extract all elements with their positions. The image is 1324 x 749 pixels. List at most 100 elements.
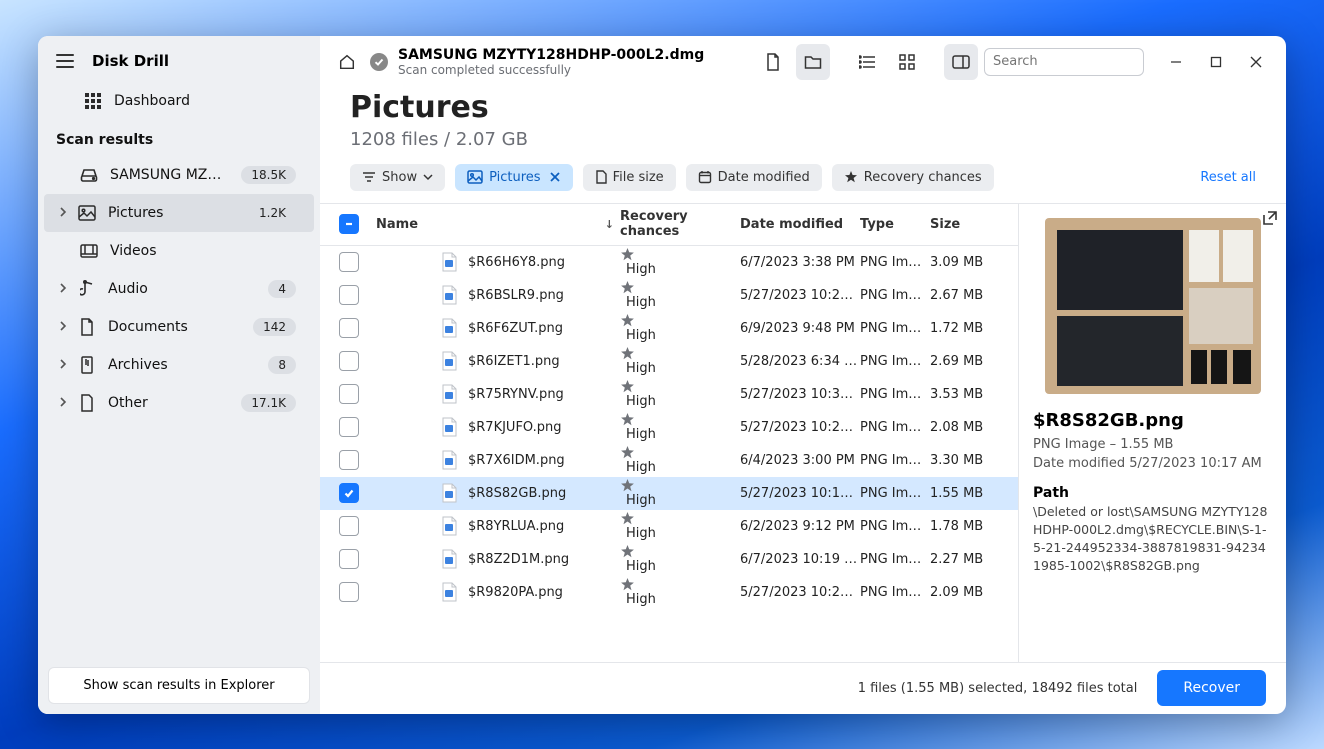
- sidebar-item-audio[interactable]: Audio4: [44, 270, 314, 308]
- sidebar-item-videos[interactable]: Videos: [44, 232, 314, 270]
- recovery-chance: High: [626, 361, 656, 376]
- table-row[interactable]: $R75RYNV.pngHigh5/27/2023 10:38…PNG Im…3…: [320, 378, 1018, 411]
- footer: 1 files (1.55 MB) selected, 18492 files …: [320, 662, 1286, 714]
- app-title: Disk Drill: [92, 52, 169, 70]
- star-icon: [620, 412, 740, 427]
- minimize-button[interactable]: [1156, 44, 1196, 80]
- row-checkbox[interactable]: [339, 351, 359, 371]
- sidebar-item-pictures[interactable]: Pictures1.2K: [44, 194, 314, 232]
- show-dropdown[interactable]: Show: [350, 164, 445, 191]
- table-row[interactable]: $R6BSLR9.png High 5/27/2023 10:24…PNG Im…2…: [320, 279, 1018, 312]
- table-row[interactable]: $R8Z2D1M.pngHigh6/7/2023 10:19 PMPNG Im……: [320, 543, 1018, 576]
- table-row[interactable]: $R7X6IDM.pngHigh6/4/2023 3:00 PMPNG Im…3…: [320, 444, 1018, 477]
- folder-view-button[interactable]: [796, 44, 830, 80]
- recover-button[interactable]: Recover: [1157, 670, 1266, 706]
- column-header-size[interactable]: Size: [930, 217, 1008, 232]
- table-row[interactable]: $R66H6Y8.pngHigh6/7/2023 3:38 PMPNG Im…3…: [320, 246, 1018, 279]
- preview-panel-button[interactable]: [944, 44, 978, 80]
- filter-chip-recoverychances[interactable]: Recovery chances: [832, 164, 994, 191]
- date-modified: 5/27/2023 10:24…: [740, 288, 860, 303]
- category-icon: [78, 318, 96, 336]
- file-icon: [440, 450, 458, 470]
- home-button[interactable]: [330, 44, 364, 80]
- file-name: $R8YRLUA.png: [468, 519, 564, 534]
- row-checkbox[interactable]: [339, 417, 359, 437]
- grid-view-button[interactable]: [890, 44, 924, 80]
- search-input[interactable]: [984, 48, 1144, 76]
- star-icon: [620, 247, 740, 262]
- file-icon: [440, 483, 458, 503]
- recovery-chance: High: [626, 559, 656, 574]
- sidebar-item-label: Pictures: [108, 205, 163, 221]
- list-view-button[interactable]: [850, 44, 884, 80]
- reset-all-link[interactable]: Reset all: [1200, 170, 1256, 185]
- sidebar-item-dashboard[interactable]: Dashboard: [44, 82, 314, 120]
- file-size: 2.67 MB: [930, 288, 1008, 303]
- sidebar: Disk Drill Dashboard Scan results SAMSUN…: [38, 36, 320, 714]
- row-checkbox[interactable]: [339, 384, 359, 404]
- row-checkbox[interactable]: [339, 450, 359, 470]
- row-checkbox[interactable]: [339, 252, 359, 272]
- file-size: 2.08 MB: [930, 420, 1008, 435]
- date-modified: 6/7/2023 10:19 PM: [740, 552, 860, 567]
- sidebar-item-drive[interactable]: SAMSUNG MZYTY128… 18.5K: [44, 156, 314, 194]
- row-checkbox[interactable]: [339, 582, 359, 602]
- breadcrumb-subtitle: Scan completed successfully: [398, 63, 704, 77]
- sidebar-item-other[interactable]: Other17.1K: [44, 384, 314, 422]
- file-type: PNG Im…: [860, 288, 930, 303]
- sidebar-item-documents[interactable]: Documents142: [44, 308, 314, 346]
- column-header-name[interactable]: Name ↓: [368, 217, 620, 232]
- table-row[interactable]: $R6IZET1.pngHigh5/28/2023 6:34 A…PNG Im……: [320, 345, 1018, 378]
- star-icon: [620, 280, 740, 295]
- recovery-chance: High: [626, 328, 656, 343]
- preview-panel: $R8S82GB.png PNG Image – 1.55 MB Date mo…: [1018, 203, 1286, 662]
- select-all-checkbox[interactable]: [339, 214, 359, 234]
- maximize-button[interactable]: [1196, 44, 1236, 80]
- row-checkbox[interactable]: [339, 285, 359, 305]
- close-button[interactable]: [1236, 44, 1276, 80]
- file-icon: [595, 170, 607, 184]
- table-row[interactable]: $R8YRLUA.pngHigh6/2/2023 9:12 PMPNG Im…1…: [320, 510, 1018, 543]
- search-field[interactable]: [993, 54, 1163, 69]
- date-modified: 5/27/2023 10:27…: [740, 585, 860, 600]
- recovery-chance: High: [626, 460, 656, 475]
- sidebar-item-archives[interactable]: Archives8: [44, 346, 314, 384]
- column-header-type[interactable]: Type: [860, 217, 930, 232]
- file-name: $R7X6IDM.png: [468, 453, 565, 468]
- close-icon[interactable]: [549, 171, 561, 183]
- table-row[interactable]: $R9820PA.pngHigh5/27/2023 10:27…PNG Im…2…: [320, 576, 1018, 609]
- column-header-recovery[interactable]: Recovery chances: [620, 209, 740, 239]
- show-in-explorer-button[interactable]: Show scan results in Explorer: [48, 667, 310, 704]
- filter-chip-pictures[interactable]: Pictures: [455, 164, 572, 191]
- file-type: PNG Im…: [860, 255, 930, 270]
- file-name: $R6BSLR9.png: [468, 288, 564, 303]
- recovery-chance: High: [626, 592, 656, 607]
- file-icon: [440, 318, 458, 338]
- table-row[interactable]: $R8S82GB.pngHigh5/27/2023 10:17…PNG Im…1…: [320, 477, 1018, 510]
- toolbar: SAMSUNG MZYTY128HDHP-000L2.dmg Scan comp…: [320, 36, 1286, 84]
- chevron-right-icon: [58, 321, 70, 333]
- file-type: PNG Im…: [860, 321, 930, 336]
- column-header-date[interactable]: Date modified: [740, 217, 860, 232]
- row-checkbox[interactable]: [339, 516, 359, 536]
- table-row[interactable]: $R6F6ZUT.pngHigh6/9/2023 9:48 PMPNG Im…1…: [320, 312, 1018, 345]
- row-checkbox[interactable]: [339, 483, 359, 503]
- file-icon: [440, 417, 458, 437]
- date-modified: 5/27/2023 10:29…: [740, 420, 860, 435]
- popout-button[interactable]: [1262, 210, 1278, 226]
- row-checkbox[interactable]: [339, 549, 359, 569]
- sidebar-item-label: Videos: [110, 243, 157, 259]
- star-icon: [620, 577, 740, 592]
- recovery-chance: High: [626, 295, 656, 310]
- menu-icon[interactable]: [56, 54, 74, 68]
- filter-chip-filesize[interactable]: File size: [583, 164, 676, 191]
- filter-chip-datemodified[interactable]: Date modified: [686, 164, 822, 191]
- file-view-button[interactable]: [756, 44, 790, 80]
- star-icon: [620, 511, 740, 526]
- file-name: $R6IZET1.png: [468, 354, 560, 369]
- file-name: $R66H6Y8.png: [468, 255, 565, 270]
- table-row[interactable]: $R7KJUFO.pngHigh5/27/2023 10:29…PNG Im…2…: [320, 411, 1018, 444]
- calendar-icon: [698, 170, 712, 184]
- row-checkbox[interactable]: [339, 318, 359, 338]
- file-size: 2.09 MB: [930, 585, 1008, 600]
